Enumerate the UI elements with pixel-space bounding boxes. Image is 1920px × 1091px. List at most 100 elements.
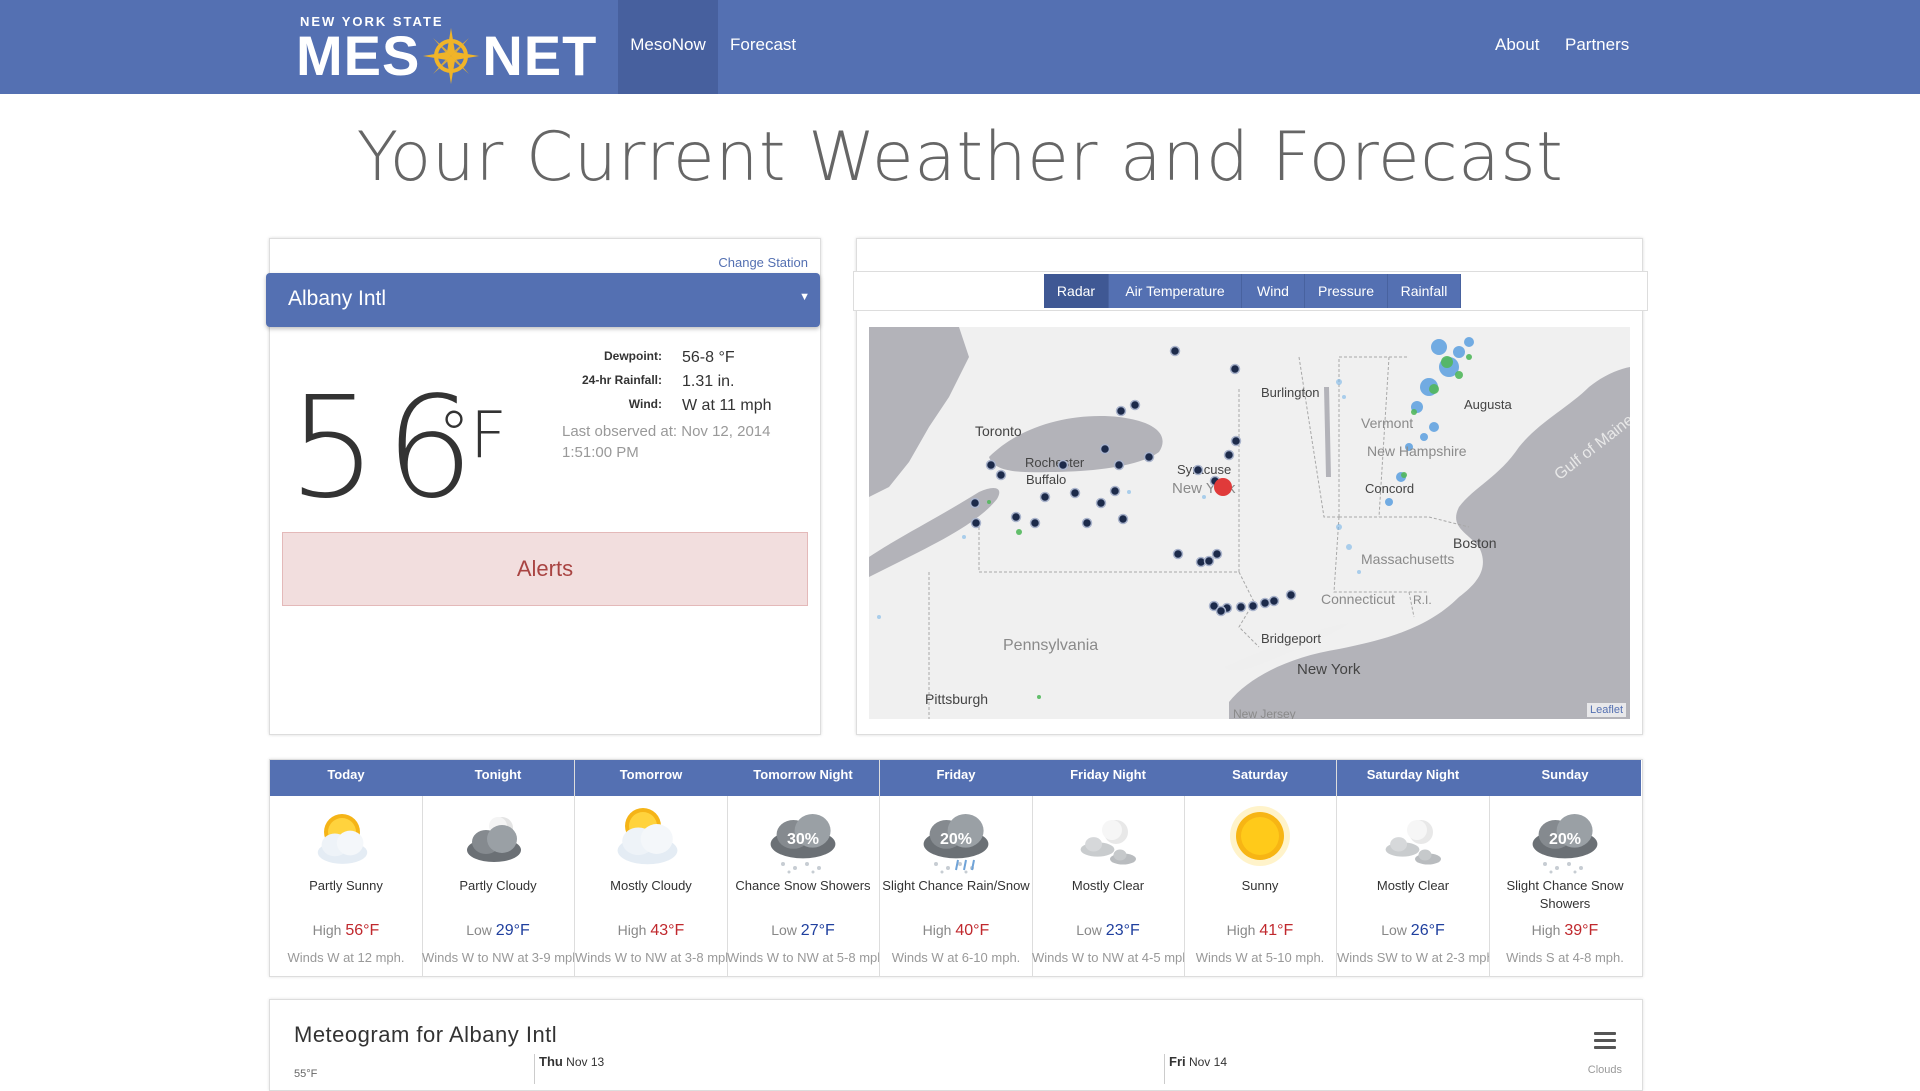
station-marker[interactable]: [1115, 405, 1127, 417]
mostly-clear-night-icon: [1373, 802, 1453, 874]
change-station-link[interactable]: Change Station: [718, 255, 808, 270]
station-marker[interactable]: [1129, 399, 1141, 411]
station-marker[interactable]: [1215, 605, 1227, 617]
forecast-period: Friday Night Mostly Clear Low 23°F Winds W …: [1032, 760, 1185, 976]
forecast-period-name: Saturday Night: [1337, 760, 1489, 796]
nav-mesonow[interactable]: MesoNow: [618, 0, 718, 94]
forecast-period-name: Sunday: [1489, 760, 1641, 796]
temp-value: 23°F: [1105, 922, 1140, 939]
station-marker[interactable]: [1192, 464, 1204, 476]
svg-text:20%: 20%: [940, 831, 972, 848]
station-marker[interactable]: [1259, 597, 1271, 609]
tab-rainfall[interactable]: Rainfall: [1388, 274, 1461, 308]
page-title: Your Current Weather and Forecast: [356, 118, 1564, 197]
station-marker[interactable]: [1039, 491, 1051, 503]
forecast-temperature: High 41°F: [1184, 922, 1336, 940]
station-marker[interactable]: [1211, 548, 1223, 560]
forecast-wind: Winds W at 5-10 mph.: [1195, 950, 1325, 965]
station-marker[interactable]: [1223, 449, 1235, 461]
station-selector[interactable]: Albany Intl ▼: [266, 273, 820, 327]
forecast-temperature: Low 23°F: [1032, 922, 1184, 940]
temp-value: 29°F: [495, 922, 530, 939]
tab-wind[interactable]: Wind: [1242, 274, 1305, 308]
station-marker[interactable]: [1285, 589, 1297, 601]
station-marker[interactable]: [1172, 548, 1184, 560]
station-marker[interactable]: [1247, 600, 1259, 612]
forecast-period-name: Friday Night: [1032, 760, 1184, 796]
station-marker[interactable]: [1010, 511, 1022, 523]
forecast-condition: Mostly Clear: [1071, 878, 1145, 893]
forecast-period: Tomorrow Mostly Cloudy High 43°F Winds W to…: [575, 760, 728, 976]
forecast-temperature: High 43°F: [575, 922, 727, 940]
dewpoint-label: Dewpoint:: [604, 349, 662, 363]
snow-showers-icon: 30%: [763, 802, 843, 874]
station-marker[interactable]: [1117, 513, 1129, 525]
station-marker[interactable]: [1203, 555, 1215, 567]
station-marker[interactable]: [970, 517, 982, 529]
forecast-period-name: Today: [270, 760, 422, 796]
temp-value: 39°F: [1564, 922, 1599, 939]
forecast-temperature: High 39°F: [1489, 922, 1641, 940]
radar-map[interactable]: Toronto Rochester Buffalo Syracuse New Y…: [869, 327, 1630, 719]
nav-forecast[interactable]: Forecast: [719, 0, 807, 94]
forecast-condition: Partly Cloudy: [459, 878, 537, 893]
tab-radar[interactable]: Radar: [1044, 274, 1109, 308]
forecast-wind: Winds W to NW at 5-8 mph.: [727, 950, 879, 965]
station-marker[interactable]: [1113, 459, 1125, 471]
station-marker[interactable]: [1230, 435, 1242, 447]
leaflet-attribution-link[interactable]: Leaflet: [1586, 703, 1626, 717]
temp-label: High: [922, 922, 952, 938]
forecast-wind: Winds W at 6-10 mph.: [891, 950, 1021, 965]
meteogram-y-label: 55°F: [294, 1068, 318, 1080]
station-marker[interactable]: [1235, 601, 1247, 613]
temp-value: 26°F: [1410, 922, 1445, 939]
nav-about[interactable]: About: [1484, 0, 1550, 94]
alerts-button[interactable]: Alerts: [282, 532, 808, 606]
forecast-temperature: High 40°F: [880, 922, 1032, 940]
temp-value: 40°F: [955, 922, 990, 939]
forecast-condition: Mostly Clear: [1376, 878, 1450, 893]
mesonet-logo[interactable]: NEW YORK STATE MES NET: [296, 12, 596, 87]
forecast-condition: Slight Chance Rain/Snow: [882, 878, 1030, 893]
svg-text:20%: 20%: [1549, 831, 1581, 848]
forecast-condition: Chance Snow Showers: [735, 878, 871, 893]
hamburger-menu-icon[interactable]: [1594, 1032, 1616, 1050]
day-of-week: Fri: [1169, 1054, 1186, 1069]
forecast-strip: Today Partly Sunny High 56°F Winds W at 12 …: [269, 759, 1643, 977]
station-marker[interactable]: [995, 469, 1007, 481]
compass-star-icon: [423, 28, 480, 84]
nav-partners[interactable]: Partners: [1554, 0, 1640, 94]
forecast-period: Friday 20% Slight Chance Rain/Snow High 40°…: [880, 760, 1033, 976]
forecast-period: Tomorrow Night 30% Chance Snow Showers Low …: [727, 760, 880, 976]
station-marker[interactable]: [1169, 345, 1181, 357]
station-marker[interactable]: [969, 497, 981, 509]
station-marker[interactable]: [1143, 451, 1155, 463]
tab-pressure[interactable]: Pressure: [1305, 274, 1388, 308]
temp-value: 56°F: [345, 922, 380, 939]
station-marker[interactable]: [1029, 517, 1041, 529]
forecast-wind: Winds SW to W at 2-3 mph.: [1337, 950, 1489, 965]
temp-label: High: [617, 922, 647, 938]
station-marker[interactable]: [985, 459, 997, 471]
rainfall-value: 1.31 in.: [682, 373, 735, 390]
partly-cloudy-night-icon: [458, 802, 538, 874]
station-marker[interactable]: [1268, 595, 1280, 607]
current-conditions-panel: Change Station Albany Intl ▼ 56 °F Dewpo…: [266, 238, 821, 735]
temp-label: High: [1531, 922, 1561, 938]
tab-air-temperature[interactable]: Air Temperature: [1109, 274, 1242, 308]
meteogram-clouds-label: Clouds: [1587, 1064, 1622, 1076]
station-marker[interactable]: [1109, 485, 1121, 497]
selected-station-marker[interactable]: [1214, 478, 1232, 496]
station-marker[interactable]: [1095, 497, 1107, 509]
caret-down-icon: ▼: [799, 291, 810, 303]
station-marker[interactable]: [1081, 517, 1093, 529]
station-marker[interactable]: [1069, 487, 1081, 499]
forecast-period-name: Tomorrow: [575, 760, 727, 796]
logo-text-left: MES: [296, 24, 421, 87]
map-layer-tabs: Radar Air Temperature Wind Pressure Rain…: [853, 271, 1648, 311]
day-date: Nov 14: [1188, 1055, 1227, 1069]
station-marker[interactable]: [1229, 363, 1241, 375]
temp-label: Low: [1076, 922, 1102, 938]
station-marker[interactable]: [1099, 443, 1111, 455]
station-marker[interactable]: [1057, 459, 1069, 471]
